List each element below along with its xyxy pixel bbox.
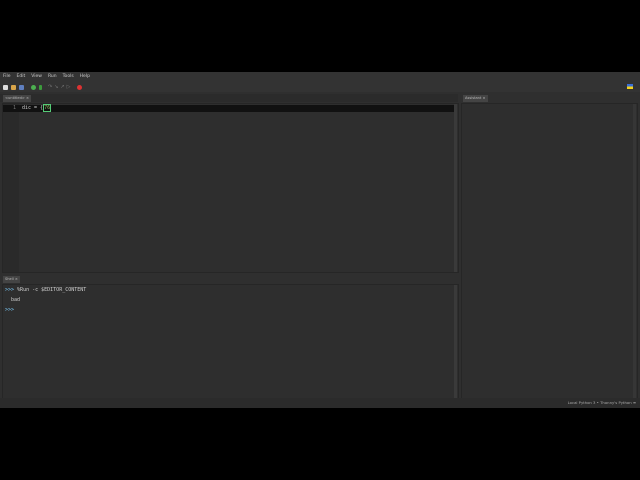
menu-file[interactable]: File (0, 72, 14, 82)
assistant-panel (461, 103, 638, 399)
line-number-gutter (3, 104, 19, 272)
menu-help[interactable]: Help (77, 72, 93, 82)
editor-scrollbar[interactable] (454, 104, 457, 272)
cursor-char: 76 (43, 104, 51, 112)
shell-prompt-2: >>> (5, 307, 14, 313)
shell-command-line: >>> %Run -c $EDITOR_CONTENT (5, 287, 86, 294)
line-number: 1 (13, 105, 16, 112)
tab-untitled[interactable]: <untitled> × (3, 95, 31, 102)
menu-view[interactable]: View (28, 72, 45, 82)
shell-input-line[interactable]: >>> (5, 307, 14, 314)
stop-icon[interactable] (77, 85, 82, 90)
shell-output: bad (11, 297, 20, 304)
step-into-icon[interactable]: ↘ (54, 82, 58, 92)
tab-assistant[interactable]: Assistant × (463, 95, 488, 102)
save-icon[interactable] (19, 85, 24, 90)
current-line: 1 dic = {76 (3, 105, 454, 112)
step-over-icon[interactable]: ↷ (48, 82, 52, 92)
new-file-icon[interactable] (3, 85, 8, 90)
tab-shell[interactable]: Shell × (3, 276, 20, 283)
thonny-window: File Edit View Run Tools Help ↷ ↘ ↗ ▷ <u… (0, 72, 640, 408)
menu-tools[interactable]: Tools (60, 72, 77, 82)
menu-run[interactable]: Run (45, 72, 60, 82)
ukraine-flag-icon (627, 84, 633, 89)
step-out-icon[interactable]: ↗ (60, 82, 64, 92)
assistant-scrollbar[interactable] (633, 104, 636, 398)
shell-tabbar: Shell × (0, 274, 458, 283)
toolbar: ↷ ↘ ↗ ▷ (0, 82, 640, 92)
resume-icon[interactable]: ▷ (67, 82, 71, 92)
code-text: dic = { (22, 105, 43, 111)
assistant-tabbar: Assistant × (461, 94, 638, 102)
shell-scrollbar[interactable] (454, 285, 457, 398)
shell-command: %Run -c $EDITOR_CONTENT (17, 287, 86, 293)
menu-bar: File Edit View Run Tools Help (0, 72, 640, 82)
debug-icon[interactable] (39, 85, 42, 90)
menu-edit[interactable]: Edit (14, 72, 29, 82)
interpreter-status[interactable]: Local Python 3 • Thonny's Python ≡ (568, 398, 636, 408)
shell-panel[interactable]: >>> %Run -c $EDITOR_CONTENT bad >>> (2, 284, 459, 399)
status-bar: Local Python 3 • Thonny's Python ≡ (0, 398, 640, 408)
code-editor[interactable]: 1 dic = {76 (2, 103, 459, 273)
run-icon[interactable] (31, 85, 36, 90)
shell-prompt: >>> (5, 287, 14, 293)
editor-tabbar: <untitled> × (0, 94, 458, 102)
code-line[interactable]: dic = {76 (22, 105, 51, 112)
open-icon[interactable] (11, 85, 16, 90)
